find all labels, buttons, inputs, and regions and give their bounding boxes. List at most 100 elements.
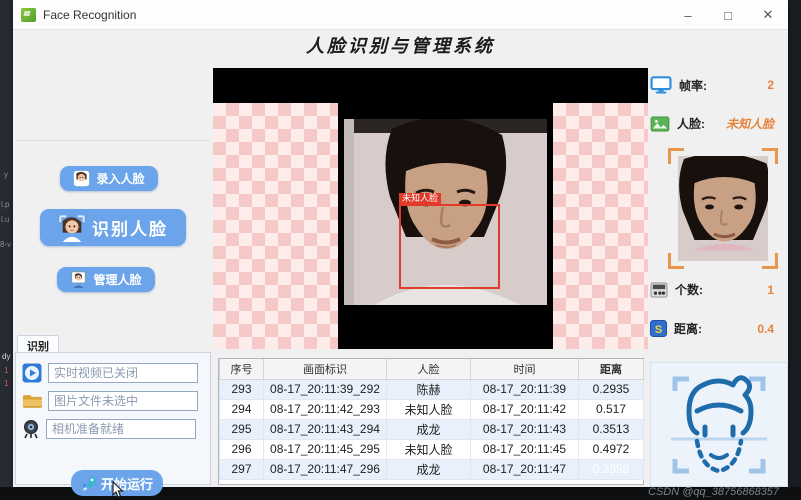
- monitor-icon: [650, 76, 672, 94]
- table-cell[interactable]: 未知人脸: [387, 399, 471, 419]
- recognize-face-label: 识别人脸: [92, 215, 168, 240]
- manage-avatar-icon: [70, 271, 87, 288]
- enroll-face-button[interactable]: 录入人脸: [60, 166, 158, 191]
- divider: [17, 140, 209, 141]
- table-row: 29708-17_20:11:47_296成龙08-17_20:11:470.3…: [220, 459, 644, 479]
- background-text: dy: [2, 352, 10, 361]
- table-cell[interactable]: 陈赫: [387, 379, 471, 399]
- image-icon: [650, 116, 670, 132]
- letterbox-pattern-right: [553, 103, 648, 349]
- svg-text:S: S: [655, 324, 663, 336]
- table-cell[interactable]: 08-17_20:11:39: [471, 379, 579, 399]
- face-name-label: 人脸:: [677, 115, 705, 132]
- table-cell[interactable]: 295: [220, 419, 264, 439]
- table-cell[interactable]: 296: [220, 439, 264, 459]
- background-text: l.u: [1, 215, 9, 224]
- letterbox-pattern-left: [213, 103, 338, 349]
- distance-value: 0.4: [757, 322, 774, 336]
- detection-label: 未知人脸: [399, 193, 441, 204]
- page-title: 人脸识别与管理系统: [13, 32, 788, 58]
- video-photo: 未知人脸: [344, 119, 547, 305]
- table-cell[interactable]: 297: [220, 459, 264, 479]
- distance-icon: S: [650, 320, 667, 337]
- screen: y l.p l.u 8-v dy 1 1 Face Recognition – …: [0, 0, 801, 500]
- mouse-cursor: [109, 481, 125, 499]
- table-cell[interactable]: 未知人脸: [387, 439, 471, 459]
- table-cell[interactable]: 0.3513: [579, 419, 644, 439]
- sidebar: 录入人脸 识别人脸: [13, 60, 213, 340]
- app-window: Face Recognition – □ ✕ 人脸识别与管理系统 录入人脸: [13, 0, 788, 487]
- minimize-button[interactable]: –: [668, 0, 708, 30]
- table-cell[interactable]: 0.517: [579, 399, 644, 419]
- enroll-face-label: 录入人脸: [96, 170, 144, 187]
- background-text: 1: [4, 366, 8, 375]
- table-header-cell[interactable]: 距离: [579, 359, 644, 379]
- count-row: 个数: 1: [650, 281, 788, 298]
- table-cell[interactable]: 08-17_20:11:43_294: [264, 419, 387, 439]
- face-scan-panel: [650, 362, 788, 487]
- watermark: CSDN @qq_38756868357: [648, 486, 779, 498]
- detection-box: 未知人脸: [399, 204, 500, 289]
- rocket-icon: [81, 475, 97, 491]
- thumbnail-face-image: [678, 156, 768, 261]
- recognize-panel-body: 实时视频已关闭 图片文件未选中 相机准备: [15, 352, 211, 485]
- table-cell[interactable]: 08-17_20:11:45: [471, 439, 579, 459]
- table-cell[interactable]: 0.4972: [579, 439, 644, 459]
- table-cell[interactable]: 08-17_20:11:42: [471, 399, 579, 419]
- window-title: Face Recognition: [43, 8, 136, 22]
- table-header-cell[interactable]: 时间: [471, 359, 579, 379]
- manage-face-button[interactable]: 管理人脸: [57, 267, 155, 292]
- table-header-cell[interactable]: 人脸: [387, 359, 471, 379]
- recognize-face-button[interactable]: 识别人脸: [40, 209, 186, 246]
- file-status-row: 图片文件未选中: [22, 391, 198, 411]
- table-header-cell[interactable]: 序号: [220, 359, 264, 379]
- table-cell[interactable]: 293: [220, 379, 264, 399]
- background-text: 8-v: [0, 240, 11, 249]
- close-button[interactable]: ✕: [748, 0, 788, 30]
- counter-icon: [650, 282, 668, 298]
- table-row: 29308-17_20:11:39_292陈赫08-17_20:11:390.2…: [220, 379, 644, 399]
- background-text: y: [4, 170, 8, 179]
- recognize-panel: 识别 实时视频已关闭 图片文件未选中: [13, 335, 213, 487]
- recognition-log-table: 序号画面标识人脸时间距离 29308-17_20:11:39_292陈赫08-1…: [218, 358, 644, 485]
- table-body: 29308-17_20:11:39_292陈赫08-17_20:11:390.2…: [220, 379, 644, 479]
- table-cell[interactable]: 08-17_20:11:47_296: [264, 459, 387, 479]
- distance-label: 距离:: [674, 320, 702, 337]
- table-cell[interactable]: 08-17_20:11:42_293: [264, 399, 387, 419]
- background-text: l.p: [1, 200, 9, 209]
- face-name-value: 未知人脸: [726, 115, 774, 132]
- count-label: 个数:: [675, 281, 703, 298]
- background-left-strip: y l.p l.u 8-v dy 1 1: [0, 0, 13, 500]
- video-frame: 未知人脸: [338, 103, 553, 349]
- table-cell[interactable]: 294: [220, 399, 264, 419]
- background-right-strip: [788, 0, 801, 500]
- table-cell[interactable]: 0.2935: [579, 379, 644, 399]
- table-cell[interactable]: 08-17_20:11:43: [471, 419, 579, 439]
- table-cell[interactable]: 0.3998: [579, 459, 644, 479]
- title-bar: Face Recognition – □ ✕: [13, 0, 788, 30]
- table-header-row: 序号画面标识人脸时间距离: [220, 359, 644, 379]
- table-cell[interactable]: 08-17_20:11:39_292: [264, 379, 387, 399]
- table-cell[interactable]: 成龙: [387, 419, 471, 439]
- manage-face-label: 管理人脸: [93, 271, 141, 288]
- count-value: 1: [767, 283, 774, 297]
- face-thumbnail: [678, 156, 768, 261]
- enroll-avatar-icon: [73, 170, 90, 187]
- file-status-field[interactable]: 图片文件未选中: [48, 391, 198, 411]
- video-status-field[interactable]: 实时视频已关闭: [48, 363, 198, 383]
- play-icon: [22, 363, 42, 383]
- table-cell[interactable]: 08-17_20:11:45_295: [264, 439, 387, 459]
- table-cell[interactable]: 成龙: [387, 459, 471, 479]
- table-row: 29608-17_20:11:45_295未知人脸08-17_20:11:450…: [220, 439, 644, 459]
- table-cell[interactable]: 08-17_20:11:47: [471, 459, 579, 479]
- maximize-button[interactable]: □: [708, 0, 748, 30]
- folder-icon: [22, 393, 42, 409]
- fps-label: 帧率:: [679, 77, 707, 94]
- app-icon: [21, 8, 36, 22]
- camera-status-field[interactable]: 相机准备就绪: [46, 419, 196, 439]
- table-header-cell[interactable]: 画面标识: [264, 359, 387, 379]
- background-text: 1: [4, 379, 8, 388]
- table-row: 29408-17_20:11:42_293未知人脸08-17_20:11:420…: [220, 399, 644, 419]
- face-scan-icon: [667, 369, 771, 481]
- stats-panel: 帧率: 2 人脸: 未知人脸: [650, 68, 788, 358]
